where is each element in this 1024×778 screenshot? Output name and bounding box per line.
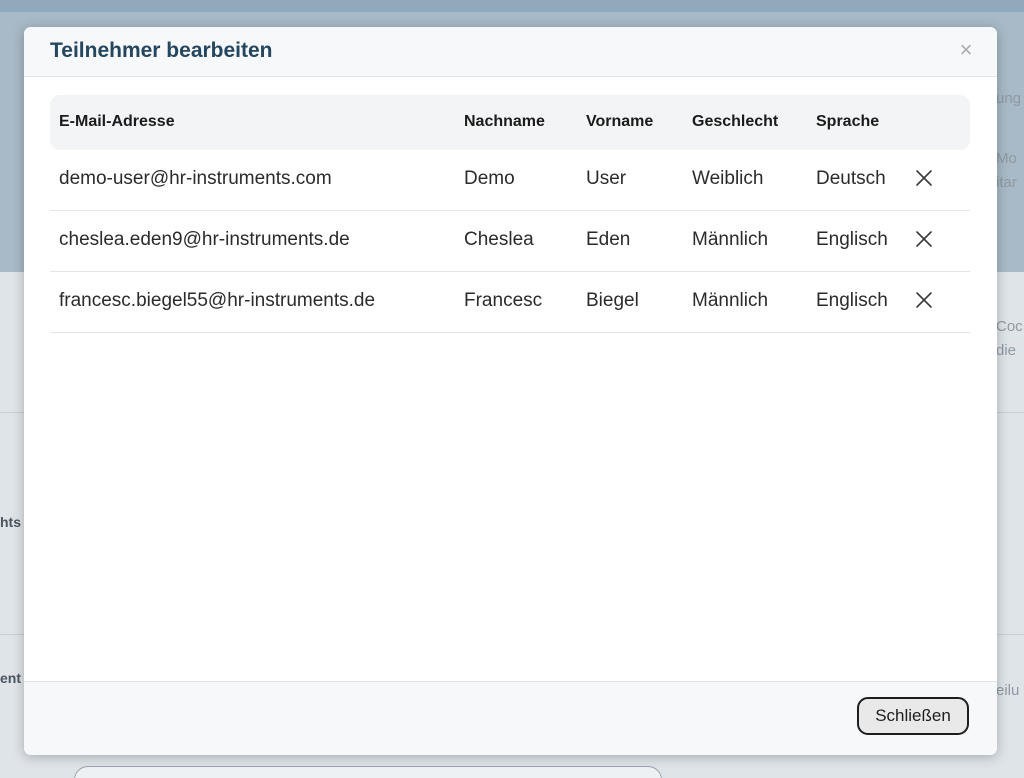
background-text-fragment: ent: [0, 670, 21, 686]
cell-last-name: Francesc: [464, 290, 543, 311]
close-button[interactable]: Schließen: [857, 697, 969, 735]
close-icon[interactable]: ×: [956, 39, 976, 61]
cell-language: Englisch: [816, 229, 888, 250]
dialog-header: Teilnehmer bearbeiten ×: [24, 27, 997, 77]
cell-language: Deutsch: [816, 168, 886, 189]
edit-participants-dialog: Teilnehmer bearbeiten × E-Mail-Adresse N…: [24, 27, 997, 755]
background-text-fragment: eilu: [996, 682, 1020, 699]
cell-language: Englisch: [816, 290, 888, 311]
column-header-language: Sprache: [816, 113, 880, 130]
cell-first-name: Eden: [586, 229, 631, 250]
column-header-last-name: Nachname: [464, 113, 545, 130]
column-header-email: E-Mail-Adresse: [59, 113, 175, 130]
table-row: cheslea.eden9@hr-instruments.de Cheslea …: [50, 211, 970, 272]
background-text-fragment: ung: [996, 90, 1022, 107]
remove-participant-icon[interactable]: [913, 228, 935, 250]
table-row: demo-user@hr-instruments.com Demo User W…: [50, 150, 970, 211]
cell-last-name: Demo: [464, 168, 515, 189]
background-text-fragment: itar: [996, 174, 1017, 191]
background-topbar: [0, 0, 1024, 12]
cell-first-name: Biegel: [586, 290, 639, 311]
background-text-fragment: Coc: [996, 318, 1023, 335]
cell-gender: Männlich: [692, 290, 769, 311]
cell-email: demo-user@hr-instruments.com: [59, 168, 332, 189]
table-header-row: E-Mail-Adresse Nachname Vorname Geschlec…: [50, 95, 970, 150]
table-row: francesc.biegel55@hr-instruments.de Fran…: [50, 272, 970, 333]
column-header-first-name: Vorname: [586, 113, 654, 130]
participants-table: E-Mail-Adresse Nachname Vorname Geschlec…: [50, 95, 970, 333]
cell-first-name: User: [586, 168, 627, 189]
column-header-gender: Geschlecht: [692, 113, 779, 130]
background-input: [74, 766, 662, 778]
remove-participant-icon[interactable]: [913, 289, 935, 311]
cell-gender: Männlich: [692, 229, 769, 250]
cell-email: francesc.biegel55@hr-instruments.de: [59, 290, 376, 311]
background-text-fragment: hts: [0, 514, 21, 530]
cell-gender: Weiblich: [692, 168, 764, 189]
background-text-fragment: Mo: [996, 150, 1017, 167]
remove-participant-icon[interactable]: [913, 167, 935, 189]
cell-last-name: Cheslea: [464, 229, 534, 250]
cell-email: cheslea.eden9@hr-instruments.de: [59, 229, 350, 250]
background-text-fragment: die: [996, 342, 1017, 359]
dialog-footer: Schließen: [24, 681, 997, 755]
dialog-title: Teilnehmer bearbeiten: [50, 39, 273, 62]
